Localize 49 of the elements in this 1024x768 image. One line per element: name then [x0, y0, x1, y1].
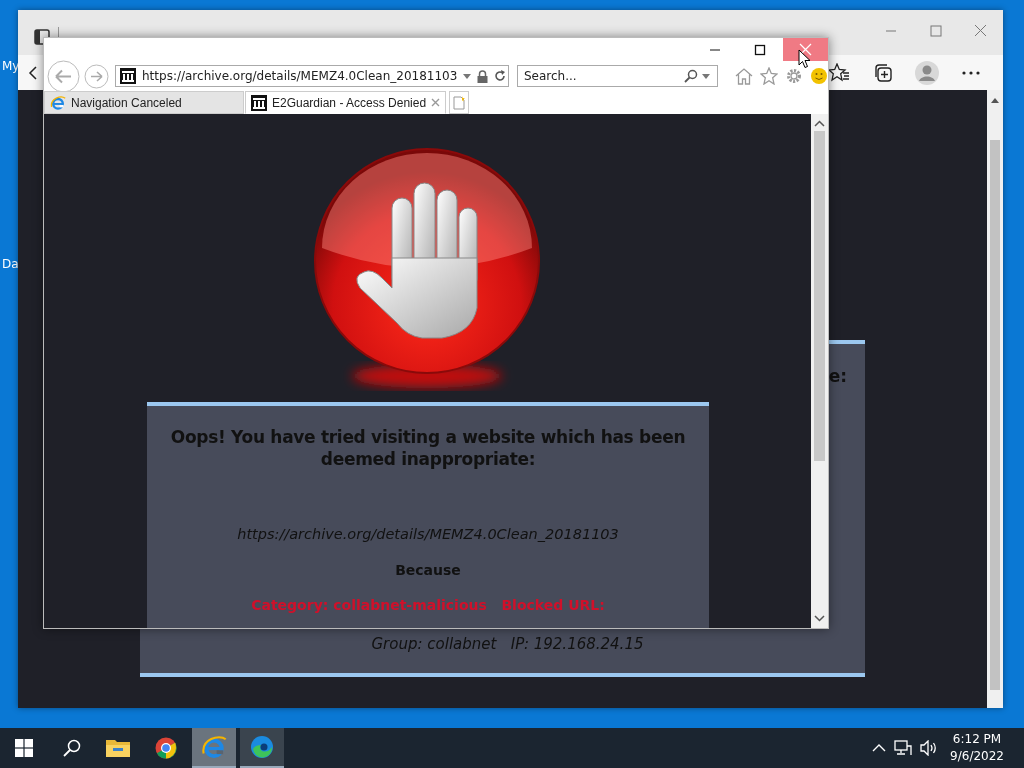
desktop-icon-label[interactable]: My — [2, 59, 20, 73]
archive-logo-icon — [251, 94, 267, 111]
search-field[interactable]: Search... — [517, 65, 718, 87]
dropdown-icon[interactable] — [463, 73, 472, 79]
back-icon[interactable] — [28, 65, 38, 80]
lock-icon — [477, 69, 489, 83]
cursor-icon — [798, 49, 811, 69]
smiley-icon[interactable] — [810, 67, 828, 85]
clock-time[interactable]: 6:12 PM — [952, 731, 1002, 748]
star-icon[interactable] — [760, 67, 778, 85]
scroll-up-icon[interactable] — [814, 120, 825, 127]
because-label: Because — [395, 562, 461, 578]
ie-logo-icon — [201, 734, 227, 760]
volume-icon[interactable] — [920, 740, 939, 756]
archive-logo-icon — [120, 68, 136, 84]
network-icon[interactable] — [894, 740, 913, 756]
block-reason-text: Category: collabnet-malicious Blocked URL: — [251, 597, 605, 613]
notice-heading: Oops! You have tried visiting a website which has been deemed inappropriate: — [169, 426, 687, 470]
favorites-icon[interactable] — [828, 62, 850, 83]
scroll-thumb[interactable] — [990, 140, 1000, 690]
more-icon[interactable] — [962, 70, 980, 75]
clock-date[interactable]: 9/6/2022 — [950, 748, 1004, 765]
address-bar[interactable]: https://archive.org/details/MEMZ4.0Clean_20181103 — [115, 65, 509, 87]
avatar-icon[interactable] — [915, 60, 939, 85]
tab-actions-icon[interactable] — [34, 29, 50, 45]
scroll-thumb[interactable] — [814, 131, 825, 461]
chrome-logo-icon — [155, 737, 177, 759]
desktop-icon-label[interactable]: Da — [2, 257, 19, 271]
scrollbar[interactable] — [811, 114, 828, 628]
scroll-up-icon[interactable] — [990, 96, 1000, 104]
scroll-down-icon[interactable] — [814, 615, 825, 622]
home-icon[interactable] — [735, 67, 753, 85]
browser-tab[interactable]: E2Guardian - Access Denied — [245, 91, 447, 114]
blocked-url-text: https://archive.org/details/MEMZ4.0Clean_20181103 — [237, 526, 619, 542]
ie-logo-icon — [50, 94, 66, 111]
browser-tab[interactable]: Navigation Canceled — [44, 91, 244, 114]
edge-logo-icon — [250, 735, 274, 759]
close-icon[interactable] — [783, 38, 828, 61]
refresh-icon[interactable] — [494, 70, 507, 82]
notice-heading: e: — [828, 366, 847, 386]
scrollbar[interactable] — [987, 90, 1003, 708]
windows-logo-icon[interactable] — [15, 739, 33, 757]
group-ip-text: Group: collabnet IP: 192.168.24.15 — [371, 635, 644, 653]
collections-icon[interactable] — [873, 62, 893, 83]
forward-icon[interactable] — [84, 63, 109, 89]
chevron-up-icon[interactable] — [872, 744, 887, 752]
search-icon[interactable] — [63, 739, 81, 757]
settings-icon[interactable] — [785, 67, 803, 85]
folder-icon — [106, 738, 130, 758]
